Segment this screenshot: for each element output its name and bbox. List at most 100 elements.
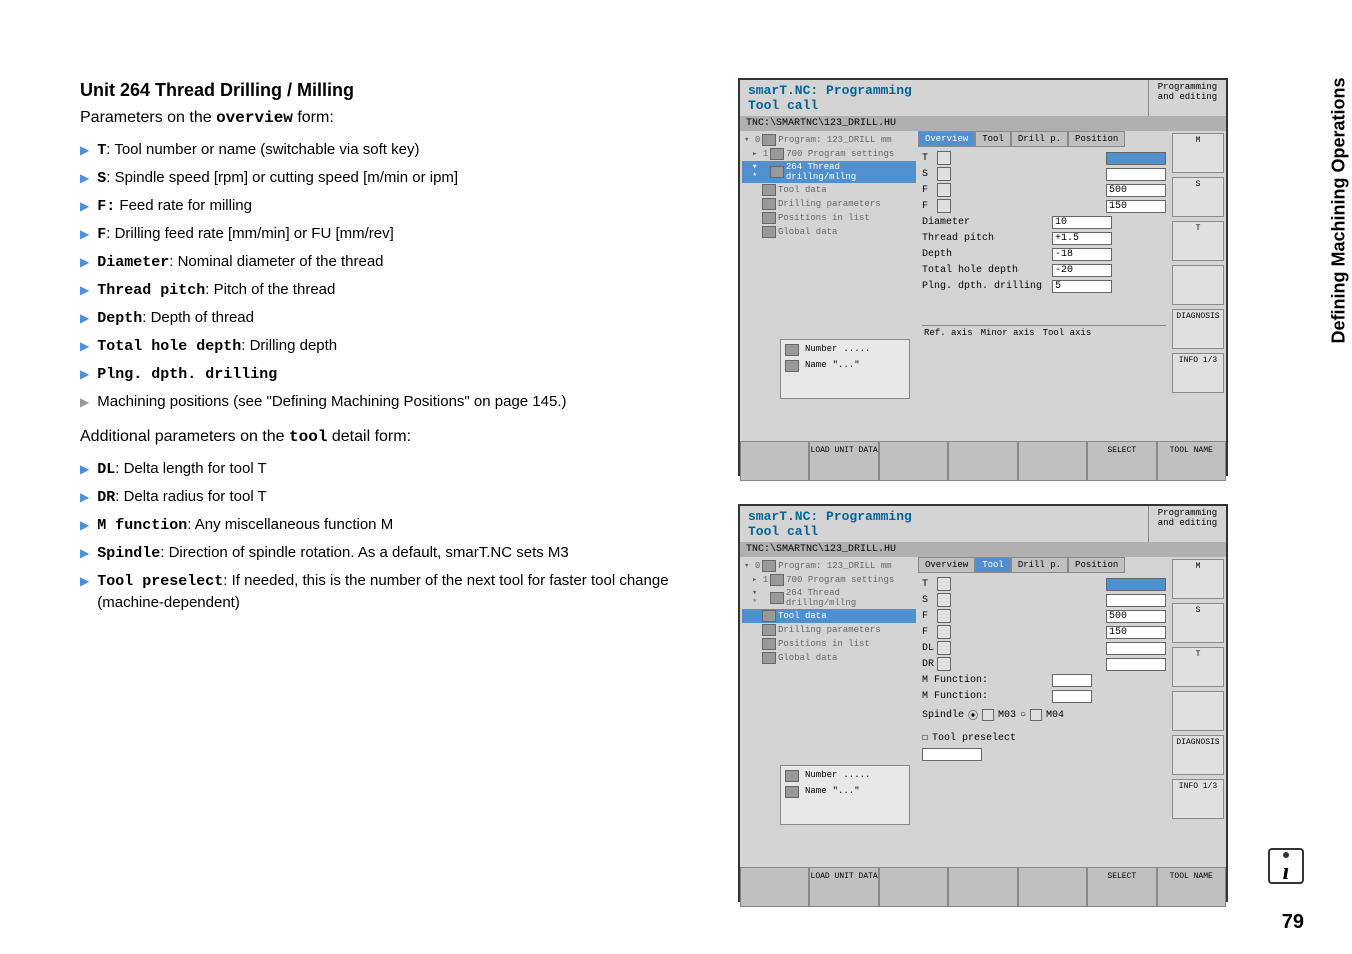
- tree-item[interactable]: ▾ *264 Thread drillng/mllng: [742, 587, 916, 609]
- depth-input[interactable]: -18: [1052, 248, 1112, 261]
- tab-position[interactable]: Position: [1068, 557, 1125, 573]
- sb-blank[interactable]: [1172, 691, 1224, 731]
- mfunc-input[interactable]: [1052, 690, 1092, 703]
- feed-icon[interactable]: [937, 183, 951, 197]
- sb-diagnosis[interactable]: DIAGNOSIS: [1172, 309, 1224, 349]
- program-tree[interactable]: ▾ 0Program: 123_DRILL mm ▸ 1700 Program …: [740, 131, 918, 441]
- helper-num-val: .....: [843, 770, 870, 782]
- sb-s[interactable]: S: [1172, 603, 1224, 643]
- sb-m[interactable]: M: [1172, 559, 1224, 599]
- tree-item[interactable]: Drilling parameters: [742, 197, 916, 211]
- sk-load[interactable]: LOAD UNIT DATA: [809, 867, 878, 907]
- sb-t[interactable]: T: [1172, 221, 1224, 261]
- tree-item[interactable]: Tool data: [742, 183, 916, 197]
- param-positions: ▶Machining positions (see "Defining Mach…: [80, 391, 700, 412]
- tree-item[interactable]: Global data: [742, 651, 916, 665]
- f2-input[interactable]: 150: [1106, 626, 1166, 639]
- settings-icon: [770, 574, 784, 586]
- sk-blank[interactable]: [1018, 441, 1087, 481]
- sk-blank[interactable]: [740, 867, 809, 907]
- tab-tool[interactable]: Tool: [975, 131, 1011, 147]
- sk-blank[interactable]: [948, 867, 1017, 907]
- screenshot-tool: smarT.NC: Programming Tool call Programm…: [738, 504, 1228, 902]
- sk-load[interactable]: LOAD UNIT DATA: [809, 441, 878, 481]
- tab-tool[interactable]: Tool: [975, 557, 1011, 573]
- dia-input[interactable]: 10: [1052, 216, 1112, 229]
- preselect-input[interactable]: [922, 748, 982, 761]
- s-input[interactable]: [1106, 594, 1166, 607]
- s-input[interactable]: [1106, 168, 1166, 181]
- tree-label: Program: 123_DRILL mm: [778, 135, 891, 145]
- t-input[interactable]: [1106, 578, 1166, 591]
- tool-field-icon[interactable]: [937, 577, 951, 591]
- bullet-icon: ▶: [80, 226, 89, 243]
- mfunc-input[interactable]: [1052, 674, 1092, 687]
- sk-blank[interactable]: [740, 441, 809, 481]
- tree-item[interactable]: Positions in list: [742, 211, 916, 225]
- mfunc-label: M Function:: [922, 675, 1052, 686]
- tab-drill[interactable]: Drill p.: [1011, 557, 1068, 573]
- tab-position[interactable]: Position: [1068, 131, 1125, 147]
- dr-input[interactable]: [1106, 658, 1166, 671]
- sb-t[interactable]: T: [1172, 647, 1224, 687]
- page-number: 79: [1282, 911, 1304, 934]
- section-title: Defining Machining Operations: [1328, 77, 1349, 343]
- dl-input[interactable]: [1106, 642, 1166, 655]
- dl-icon[interactable]: [937, 641, 951, 655]
- total-input[interactable]: -20: [1052, 264, 1112, 277]
- m03-radio[interactable]: [982, 709, 994, 721]
- f1-input[interactable]: 500: [1106, 184, 1166, 197]
- tree-item[interactable]: ▾ 0Program: 123_DRILL mm: [742, 559, 916, 573]
- sb-blank[interactable]: [1172, 265, 1224, 305]
- bullet-icon: ▶: [80, 338, 89, 355]
- tree-item[interactable]: Positions in list: [742, 637, 916, 651]
- sk-select[interactable]: SELECT: [1087, 441, 1156, 481]
- param-key: Total hole depth: [97, 338, 241, 355]
- tree-item[interactable]: ▸ 1700 Program settings: [742, 573, 916, 587]
- tool-graphic-icon: [785, 344, 799, 356]
- tree-item[interactable]: ▸ 1700 Program settings: [742, 147, 916, 161]
- tree-item[interactable]: Drilling parameters: [742, 623, 916, 637]
- sk-blank[interactable]: [948, 441, 1017, 481]
- sb-info[interactable]: INFO 1/3: [1172, 353, 1224, 393]
- tree-item[interactable]: ▾ 0Program: 123_DRILL mm: [742, 133, 916, 147]
- form-tabs[interactable]: Overview Tool Drill p. Position: [918, 131, 1170, 147]
- sb-s[interactable]: S: [1172, 177, 1224, 217]
- feed-icon[interactable]: [937, 609, 951, 623]
- m04-label: M04: [1046, 710, 1064, 721]
- param-f-mill: ▶F: Feed rate for milling: [80, 195, 700, 217]
- feed-icon[interactable]: [937, 625, 951, 639]
- overview-subtitle: Parameters on the overview form:: [80, 109, 700, 127]
- sk-toolname[interactable]: TOOL NAME: [1157, 867, 1226, 907]
- sk-select[interactable]: SELECT: [1087, 867, 1156, 907]
- sk-blank[interactable]: [1018, 867, 1087, 907]
- param-spindle: ▶Spindle: Direction of spindle rotation.…: [80, 542, 700, 564]
- preselect-label[interactable]: Tool preselect: [932, 733, 1016, 744]
- tab-drill[interactable]: Drill p.: [1011, 131, 1068, 147]
- tab-overview[interactable]: Overview: [918, 131, 975, 147]
- program-tree[interactable]: ▾ 0Program: 123_DRILL mm ▸ 1700 Program …: [740, 557, 918, 867]
- tree-item[interactable]: Global data: [742, 225, 916, 239]
- tree-item-active[interactable]: Tool data: [742, 609, 916, 623]
- speed-icon[interactable]: [937, 593, 951, 607]
- form-tabs[interactable]: Overview Tool Drill p. Position: [918, 557, 1170, 573]
- plng-input[interactable]: 5: [1052, 280, 1112, 293]
- helper-name-label: Name: [805, 360, 827, 372]
- sb-info[interactable]: INFO 1/3: [1172, 779, 1224, 819]
- f1-input[interactable]: 500: [1106, 610, 1166, 623]
- sk-blank[interactable]: [879, 441, 948, 481]
- t-input[interactable]: [1106, 152, 1166, 165]
- sb-m[interactable]: M: [1172, 133, 1224, 173]
- tool-field-icon[interactable]: [937, 151, 951, 165]
- sb-diagnosis[interactable]: DIAGNOSIS: [1172, 735, 1224, 775]
- feed-icon[interactable]: [937, 199, 951, 213]
- tree-item-active[interactable]: ▾ *264 Thread drillng/mllng: [742, 161, 916, 183]
- dr-icon[interactable]: [937, 657, 951, 671]
- pitch-input[interactable]: +1.5: [1052, 232, 1112, 245]
- f2-input[interactable]: 150: [1106, 200, 1166, 213]
- m04-radio[interactable]: [1030, 709, 1042, 721]
- sk-toolname[interactable]: TOOL NAME: [1157, 441, 1226, 481]
- sk-blank[interactable]: [879, 867, 948, 907]
- speed-icon[interactable]: [937, 167, 951, 181]
- tab-overview[interactable]: Overview: [918, 557, 975, 573]
